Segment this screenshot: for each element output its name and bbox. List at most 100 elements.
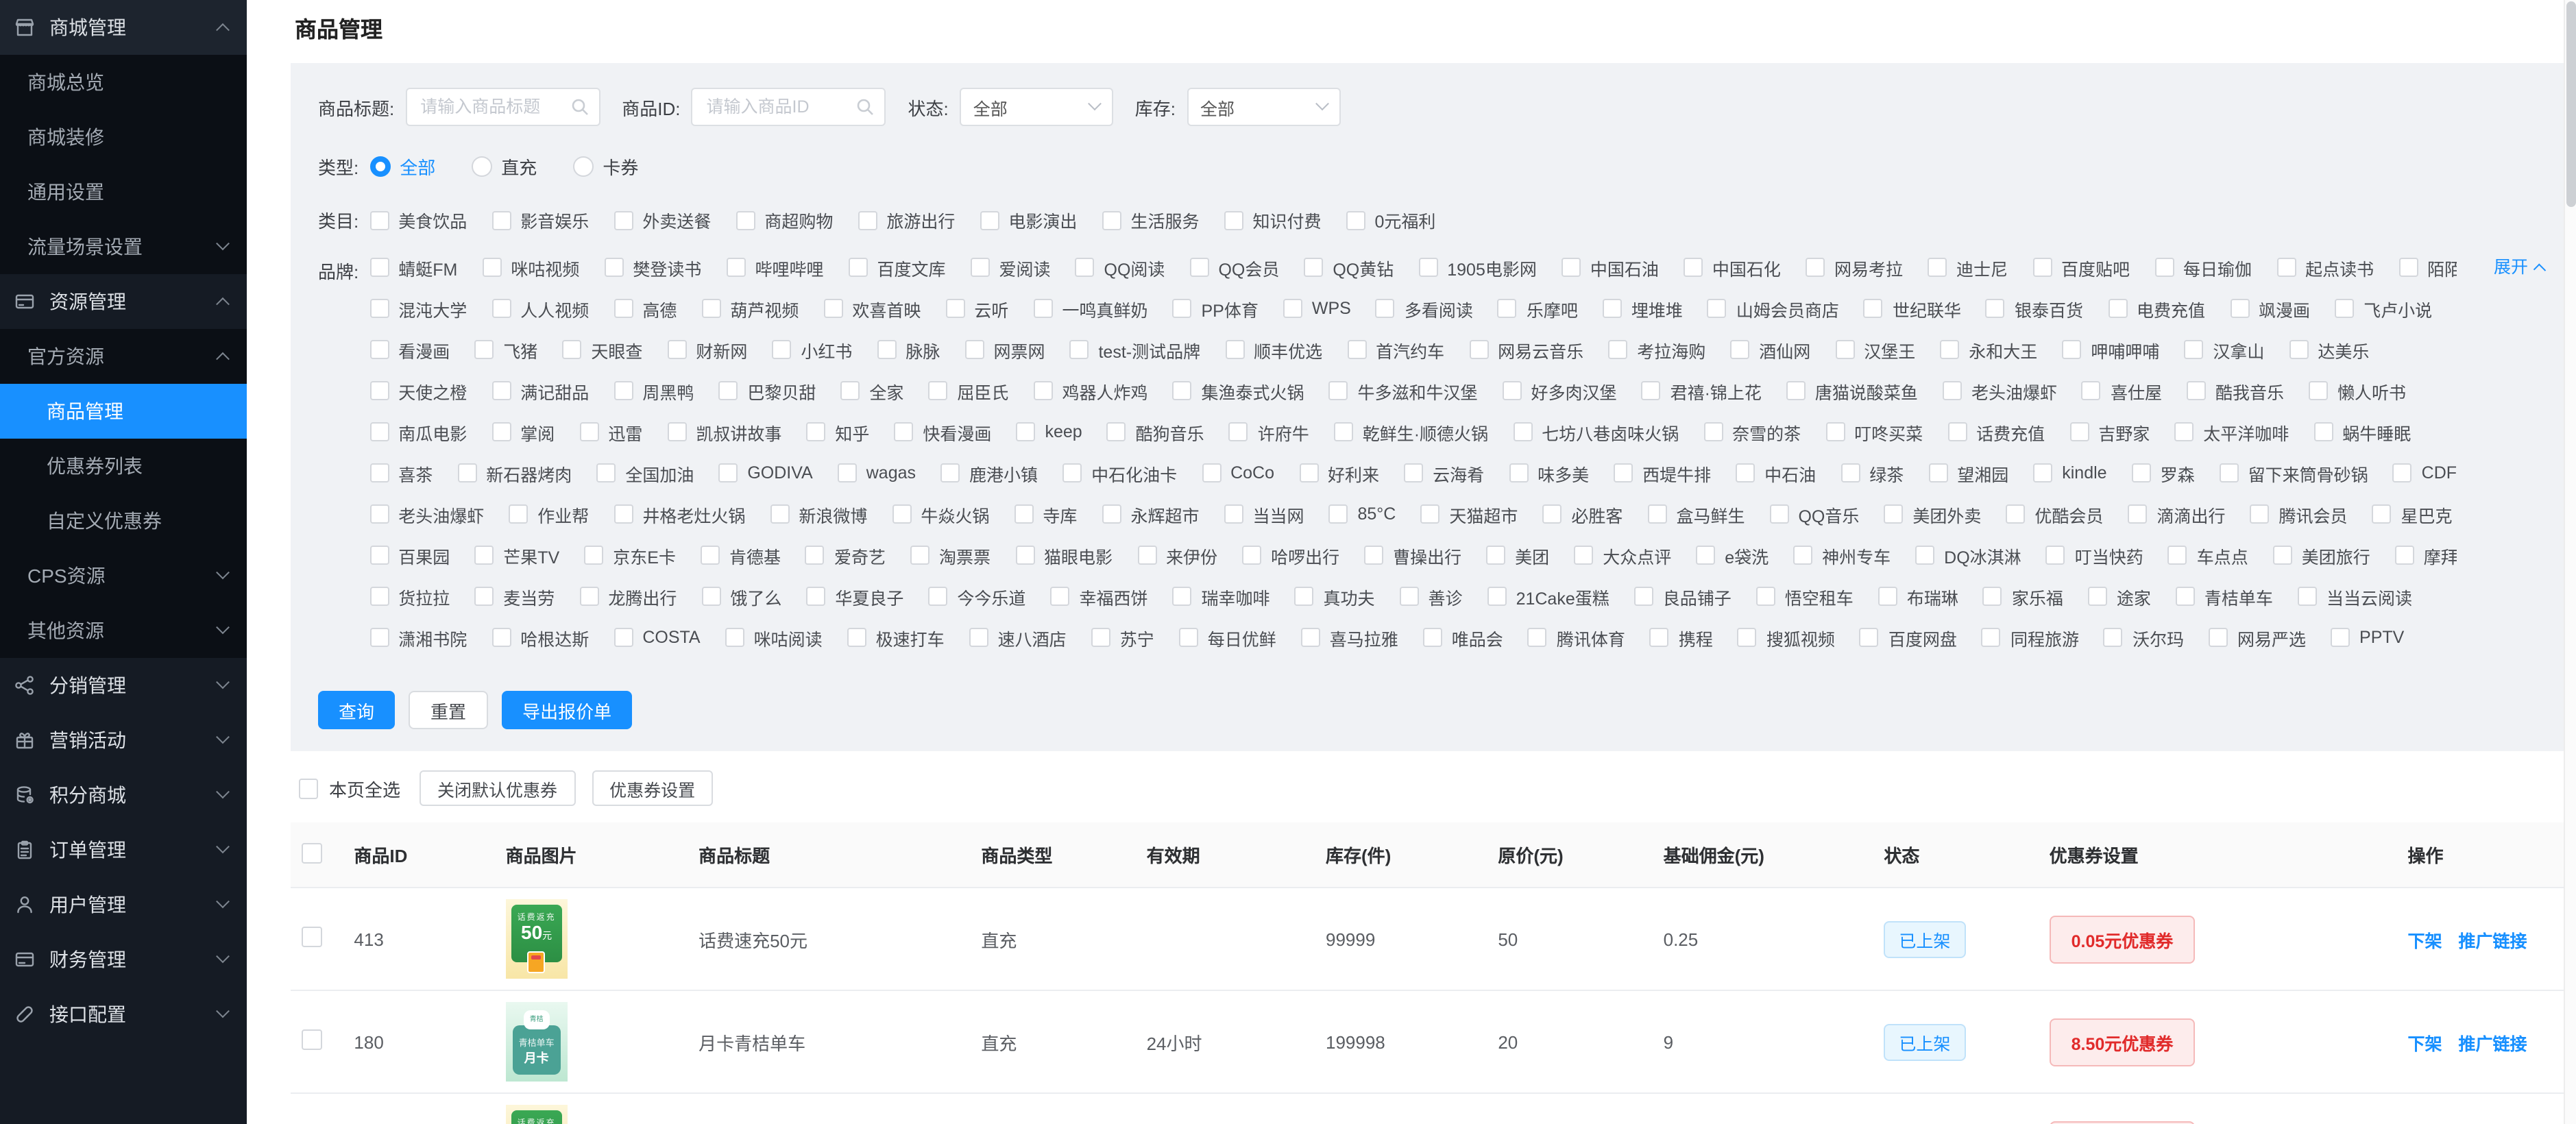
brand-checkbox-0-15[interactable]: 每日瑜伽 — [2154, 254, 2252, 280]
stock-select[interactable]: 全部 — [1187, 88, 1340, 126]
off-shelf-link[interactable]: 下架 — [2407, 931, 2442, 951]
brand-checkbox-6-3[interactable]: 新浪微博 — [770, 501, 867, 527]
brand-checkbox-9-8[interactable]: 喜马拉雅 — [1301, 624, 1398, 650]
brand-checkbox-8-8[interactable]: 真功夫 — [1295, 583, 1375, 609]
brand-checkbox-8-11[interactable]: 良品铺子 — [1634, 583, 1731, 609]
brand-checkbox-0-6[interactable]: QQ阅读 — [1076, 254, 1165, 280]
brand-checkbox-4-12[interactable]: 叮咚买菜 — [1825, 419, 1923, 445]
brand-checkbox-1-16[interactable]: 飒漫画 — [2230, 295, 2310, 321]
sidebar-item-16[interactable]: 用户管理 — [0, 877, 247, 932]
brand-checkbox-6-14[interactable]: 优酷会员 — [2006, 501, 2103, 527]
brand-checkbox-4-2[interactable]: 迅雷 — [579, 419, 642, 445]
brand-checkbox-6-16[interactable]: 腾讯会员 — [2250, 501, 2347, 527]
brand-checkbox-1-7[interactable]: PP体育 — [1172, 295, 1258, 321]
brand-checkbox-2-16[interactable]: 汉拿山 — [2184, 337, 2264, 363]
brand-checkbox-5-0[interactable]: 喜茶 — [369, 460, 433, 486]
brand-checkbox-9-1[interactable]: 哈根达斯 — [491, 624, 589, 650]
brand-checkbox-6-8[interactable]: 85°C — [1329, 504, 1396, 524]
brand-checkbox-0-16[interactable]: 起点读书 — [2276, 254, 2374, 280]
brand-checkbox-3-14[interactable]: 酷我音乐 — [2187, 378, 2284, 404]
brand-checkbox-1-4[interactable]: 欢喜首映 — [823, 295, 921, 321]
brand-checkbox-1-15[interactable]: 电费充值 — [2108, 295, 2205, 321]
coupon-badge[interactable]: 0.05元优惠券 — [2050, 915, 2196, 963]
brand-checkbox-5-12[interactable]: 中石油 — [1736, 460, 1816, 486]
brand-checkbox-5-15[interactable]: kindle — [2033, 463, 2106, 482]
sidebar-item-17[interactable]: 财务管理 — [0, 932, 247, 987]
brand-checkbox-1-6[interactable]: 一鸣真鲜奶 — [1033, 295, 1147, 321]
brand-checkbox-1-0[interactable]: 混沌大学 — [369, 295, 467, 321]
coupon-setting-button[interactable]: 优惠券设置 — [592, 770, 713, 806]
brand-checkbox-5-3[interactable]: GODIVA — [718, 463, 812, 482]
brand-checkbox-9-11[interactable]: 携程 — [1650, 624, 1713, 650]
type-radio-2[interactable]: 卡券 — [572, 154, 638, 180]
brand-checkbox-9-7[interactable]: 每日优鲜 — [1179, 624, 1276, 650]
brand-checkbox-9-14[interactable]: 同程旅游 — [1982, 624, 2079, 650]
coupon-badge[interactable]: 0.10元优惠券 — [2050, 1121, 2196, 1124]
sidebar-item-5[interactable]: 资源管理 — [0, 274, 247, 329]
brand-checkbox-4-11[interactable]: 奈雪的茶 — [1703, 419, 1801, 445]
sidebar-item-1[interactable]: 商城总览 — [0, 55, 247, 110]
brand-checkbox-9-6[interactable]: 苏宁 — [1091, 624, 1154, 650]
brand-checkbox-4-14[interactable]: 吉野家 — [2069, 419, 2150, 445]
sidebar-item-11[interactable]: 其他资源 — [0, 603, 247, 658]
brand-checkbox-0-3[interactable]: 哔哩哔哩 — [726, 254, 823, 280]
brand-checkbox-0-12[interactable]: 网易考拉 — [1806, 254, 1903, 280]
brand-checkbox-9-4[interactable]: 极速打车 — [847, 624, 945, 650]
brand-checkbox-4-3[interactable]: 凯叔讲故事 — [667, 419, 781, 445]
brand-checkbox-3-5[interactable]: 屈臣氏 — [928, 378, 1008, 404]
brand-checkbox-2-9[interactable]: 首汽约车 — [1347, 337, 1444, 363]
brand-checkbox-2-6[interactable]: 网票网 — [964, 337, 1045, 363]
brand-checkbox-6-17[interactable]: 星巴克 — [2372, 501, 2453, 527]
brand-checkbox-8-2[interactable]: 龙腾出行 — [579, 583, 677, 609]
brand-checkbox-9-0[interactable]: 潇湘书院 — [369, 624, 467, 650]
brand-checkbox-7-14[interactable]: DQ冰淇淋 — [1915, 542, 2021, 568]
sidebar-item-10[interactable]: CPS资源 — [0, 548, 247, 603]
brand-checkbox-8-9[interactable]: 善诊 — [1400, 583, 1463, 609]
brand-checkbox-2-4[interactable]: 小红书 — [772, 337, 852, 363]
brand-checkbox-3-1[interactable]: 满记甜品 — [491, 378, 589, 404]
brand-checkbox-1-10[interactable]: 乐摩吧 — [1498, 295, 1578, 321]
brand-checkbox-4-15[interactable]: 太平洋咖啡 — [2174, 419, 2289, 445]
brand-checkbox-2-14[interactable]: 永和大王 — [1940, 337, 2037, 363]
brand-checkbox-3-13[interactable]: 喜仕屋 — [2082, 378, 2162, 404]
brand-checkbox-2-17[interactable]: 达美乐 — [2289, 337, 2369, 363]
brand-checkbox-7-11[interactable]: 大众点评 — [1574, 542, 1671, 568]
category-checkbox-7[interactable]: 知识付费 — [1224, 207, 1321, 233]
brand-checkbox-7-15[interactable]: 叮当快药 — [2046, 542, 2143, 568]
brand-checkbox-2-8[interactable]: 顺丰优选 — [1225, 337, 1322, 363]
row-checkbox[interactable] — [302, 927, 322, 947]
brand-checkbox-8-16[interactable]: 青桔单车 — [2176, 583, 2273, 609]
brand-checkbox-7-18[interactable]: 摩拜 — [2395, 542, 2457, 568]
brand-checkbox-6-6[interactable]: 永辉超市 — [1102, 501, 1199, 527]
brand-checkbox-8-14[interactable]: 家乐福 — [1983, 583, 2063, 609]
brand-checkbox-9-3[interactable]: 咪咕阅读 — [725, 624, 823, 650]
brand-checkbox-6-11[interactable]: 盒马鲜生 — [1647, 501, 1745, 527]
brand-checkbox-1-2[interactable]: 高德 — [613, 295, 677, 321]
brand-checkbox-5-10[interactable]: 味多美 — [1509, 460, 1589, 486]
brand-checkbox-2-5[interactable]: 脉脉 — [877, 337, 940, 363]
brand-checkbox-0-2[interactable]: 樊登读书 — [604, 254, 701, 280]
product-title-input[interactable] — [405, 88, 600, 126]
brand-checkbox-7-0[interactable]: 百果园 — [369, 542, 450, 568]
sidebar-item-3[interactable]: 通用设置 — [0, 164, 247, 219]
select-all-checkbox[interactable] — [299, 778, 318, 798]
brand-checkbox-0-8[interactable]: QQ黄钻 — [1304, 254, 1394, 280]
brand-checkbox-5-8[interactable]: 好利来 — [1299, 460, 1379, 486]
category-checkbox-2[interactable]: 外卖送餐 — [613, 207, 711, 233]
sidebar-item-18[interactable]: 接口配置 — [0, 987, 247, 1042]
page-scrollbar[interactable] — [2564, 0, 2576, 1124]
brand-checkbox-0-17[interactable]: 陌陌 — [2398, 254, 2457, 280]
brand-checkbox-3-15[interactable]: 懒人听书 — [2309, 378, 2406, 404]
brand-checkbox-2-1[interactable]: 飞猪 — [474, 337, 537, 363]
brand-checkbox-2-3[interactable]: 财新网 — [667, 337, 747, 363]
category-checkbox-1[interactable]: 影音娱乐 — [491, 207, 589, 233]
brand-checkbox-1-11[interactable]: 埋堆堆 — [1603, 295, 1683, 321]
brand-checkbox-0-10[interactable]: 中国石油 — [1562, 254, 1659, 280]
brand-checkbox-5-16[interactable]: 罗森 — [2132, 460, 2195, 486]
brand-checkbox-3-0[interactable]: 天使之橙 — [369, 378, 467, 404]
brand-checkbox-7-12[interactable]: e袋洗 — [1696, 542, 1769, 568]
brand-checkbox-5-18[interactable]: CDF — [2393, 463, 2457, 482]
sidebar-item-4[interactable]: 流量场景设置 — [0, 219, 247, 274]
brand-checkbox-1-13[interactable]: 世纪联华 — [1864, 295, 1961, 321]
brand-checkbox-8-3[interactable]: 饿了么 — [701, 583, 781, 609]
